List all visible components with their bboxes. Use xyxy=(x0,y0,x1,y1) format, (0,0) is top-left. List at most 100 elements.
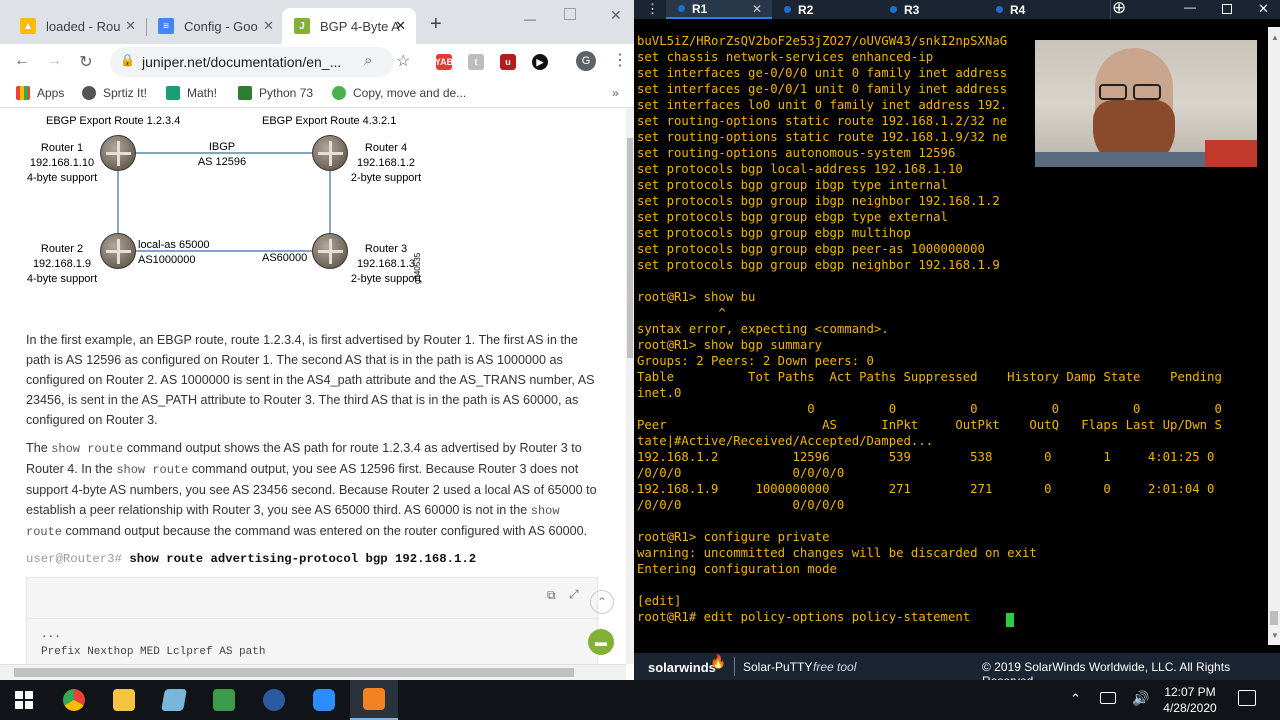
ublock-icon[interactable]: u xyxy=(500,54,516,70)
terminal-line: Entering configuration mode xyxy=(637,562,837,576)
tab-r4[interactable]: R4 xyxy=(996,0,1025,19)
paragraph-2: The show route command output shows the … xyxy=(26,441,597,539)
bookmark-star-icon[interactable]: ☆ xyxy=(396,51,410,71)
chrome-icon xyxy=(63,689,85,711)
time: 12:07 PM xyxy=(1164,685,1216,699)
close-icon[interactable]: ✕ xyxy=(263,18,274,34)
taskbar: ⌃ 🔊 12:07 PM 4/28/2020 xyxy=(0,680,1280,720)
terminal-line: set interfaces lo0 unit 0 family inet ad… xyxy=(637,98,1008,112)
tab-r2[interactable]: R2 xyxy=(784,0,813,19)
terminal-line: set protocols bgp group ibgp type intern… xyxy=(637,178,948,192)
yab-extension-icon[interactable]: YAB xyxy=(435,54,453,70)
flame-icon: 🔥 xyxy=(710,654,727,669)
search-icon[interactable]: ⌕ xyxy=(364,52,372,69)
code-block: ⧉ ⤢ ... Prefix Nexthop MED Lclpref AS pa… xyxy=(26,577,599,664)
bookmarks-overflow-icon[interactable]: » xyxy=(612,86,619,100)
zoom-taskbar-button[interactable] xyxy=(300,680,348,720)
terminal-line: set protocols bgp local-address 192.168.… xyxy=(637,162,963,176)
local-as-label: local-as 65000 AS1000000 xyxy=(138,239,210,266)
volume-icon[interactable]: 🔊 xyxy=(1132,690,1149,707)
scroll-top-button[interactable]: ⌃ xyxy=(590,590,614,614)
play-extension-icon[interactable]: ▶ xyxy=(532,54,548,70)
close-icon[interactable]: ✕ xyxy=(395,18,406,34)
expand-icon[interactable]: ⤢ xyxy=(569,587,579,602)
terminal-line: buVL5iZ/HRorZsQV2boF2e53jZO27/oUVGW43/sn… xyxy=(637,34,1008,48)
tab-loaded[interactable]: ▲ loaded - Rou ✕ xyxy=(8,8,146,44)
menu-icon[interactable]: ⋮ xyxy=(612,50,628,70)
new-tab-button[interactable]: + xyxy=(430,14,442,34)
solarwinds-logo: solarwinds xyxy=(648,660,716,675)
figure-id: g040535 xyxy=(413,252,422,284)
vertical-scrollbar[interactable] xyxy=(626,108,634,664)
bookmark-copy[interactable]: Copy, move and de... xyxy=(332,86,466,100)
ibgp-label: IBGP AS 12596 xyxy=(197,141,247,168)
battery-icon[interactable] xyxy=(1100,692,1116,704)
bookmark-python[interactable]: Python 73 xyxy=(238,86,313,100)
tab-config[interactable]: ≡ Config - Goo ✕ xyxy=(146,8,284,44)
paragraph-1: In the first example, an EBGP route, rou… xyxy=(26,333,595,427)
horizontal-scrollbar[interactable] xyxy=(0,664,626,680)
notification-icon[interactable] xyxy=(1238,690,1256,706)
terminal-line: ^ xyxy=(637,306,726,320)
chevron-up-icon[interactable]: ⌃ xyxy=(1070,691,1081,707)
video-icon xyxy=(313,689,335,711)
start-button[interactable] xyxy=(0,680,48,720)
terminal-line: set chassis network-services enhanced-ip xyxy=(637,50,934,64)
page-content: EBGP Export Route 1.2.3.4 EBGP Export Ro… xyxy=(0,108,626,664)
command-line: user@Router3# show route advertising-pro… xyxy=(26,552,477,566)
eclipse-taskbar-button[interactable] xyxy=(250,680,298,720)
maximize-button[interactable] xyxy=(564,8,576,20)
folder-icon xyxy=(113,689,135,711)
terminal-icon xyxy=(363,688,385,710)
chrome-taskbar-button[interactable] xyxy=(50,680,98,720)
explorer-taskbar-button[interactable] xyxy=(100,680,148,720)
putty-tab-bar: ⋮ R1 ✕ R2 R3 R4 ⊕ — ✕ xyxy=(634,0,1280,19)
back-button[interactable]: ← xyxy=(12,52,32,70)
app-icon xyxy=(161,689,187,711)
close-window-button[interactable]: ✕ xyxy=(610,7,622,24)
extension-icon[interactable]: t xyxy=(468,54,484,70)
terminal-line: Table Tot Paths Act Paths Suppressed His… xyxy=(637,370,1222,384)
close-window-button[interactable]: ✕ xyxy=(1258,1,1269,17)
router-2-label: Router 2 192.168.1.9 4-byte support xyxy=(26,243,98,285)
terminal-line: inet.0 xyxy=(637,386,682,400)
as60000-label: AS60000 xyxy=(262,252,308,264)
chat-button[interactable]: ▬ xyxy=(588,629,614,655)
forward-button[interactable]: → xyxy=(44,52,64,70)
terminal-line: warning: uncommitted changes will be dis… xyxy=(637,546,1037,560)
clock[interactable]: 12:07 PM 4/28/2020 xyxy=(1150,684,1230,716)
add-tab-button[interactable]: ⊕ xyxy=(1112,0,1126,18)
terminal-scrollbar[interactable]: ▲ ▼ xyxy=(1268,27,1280,645)
app-taskbar-button[interactable] xyxy=(150,680,198,720)
maximize-button[interactable] xyxy=(1222,4,1232,14)
apps-icon xyxy=(16,86,30,100)
terminal-line: root@R1> show bgp summary xyxy=(637,338,823,352)
tab-bgp[interactable]: J BGP 4-Byte A ✕ xyxy=(282,8,416,44)
tab-r3[interactable]: R3 xyxy=(890,0,919,19)
bookmark-sprtiz[interactable]: Sprtiz It! xyxy=(82,86,147,100)
close-icon[interactable]: ✕ xyxy=(125,18,136,34)
tab-r1[interactable]: R1 ✕ xyxy=(666,0,772,19)
menu-icon[interactable]: ⋮ xyxy=(646,1,659,17)
terminal-line: root@R1> show bu xyxy=(637,290,756,304)
terminal-line: [edit] xyxy=(637,594,682,608)
terminal-line: /0/0/0 0/0/0/0 xyxy=(637,498,845,512)
leaf-icon xyxy=(332,86,346,100)
spreadsheet-taskbar-button[interactable] xyxy=(200,680,248,720)
putty-taskbar-button[interactable] xyxy=(350,680,398,720)
bookmark-apps[interactable]: Apps xyxy=(16,86,64,100)
copy-icon[interactable]: ⧉ xyxy=(547,588,556,603)
avatar[interactable]: G xyxy=(576,51,596,71)
ebgp-left-label: EBGP Export Route 1.2.3.4 xyxy=(46,115,181,127)
bookmark-math[interactable]: Math! xyxy=(166,86,217,100)
close-icon: ✕ xyxy=(751,1,762,16)
code-line: Prefix Nexthop MED Lclpref AS path xyxy=(41,646,266,658)
terminal-line: Groups: 2 Peers: 2 Down peers: 0 xyxy=(637,354,874,368)
address-bar[interactable]: 🔒 juniper.net/documentation/en_... xyxy=(110,47,394,77)
minimize-button[interactable]: — xyxy=(524,12,536,26)
reload-button[interactable]: ↻ xyxy=(76,52,96,72)
minimize-button[interactable]: — xyxy=(1184,0,1196,14)
terminal-line: /0/0/0 0/0/0/0 xyxy=(637,466,845,480)
terminal-line: set interfaces ge-0/0/1 unit 0 family in… xyxy=(637,82,1008,96)
terminal-line: set protocols bgp group ebgp peer-as 100… xyxy=(637,242,985,256)
